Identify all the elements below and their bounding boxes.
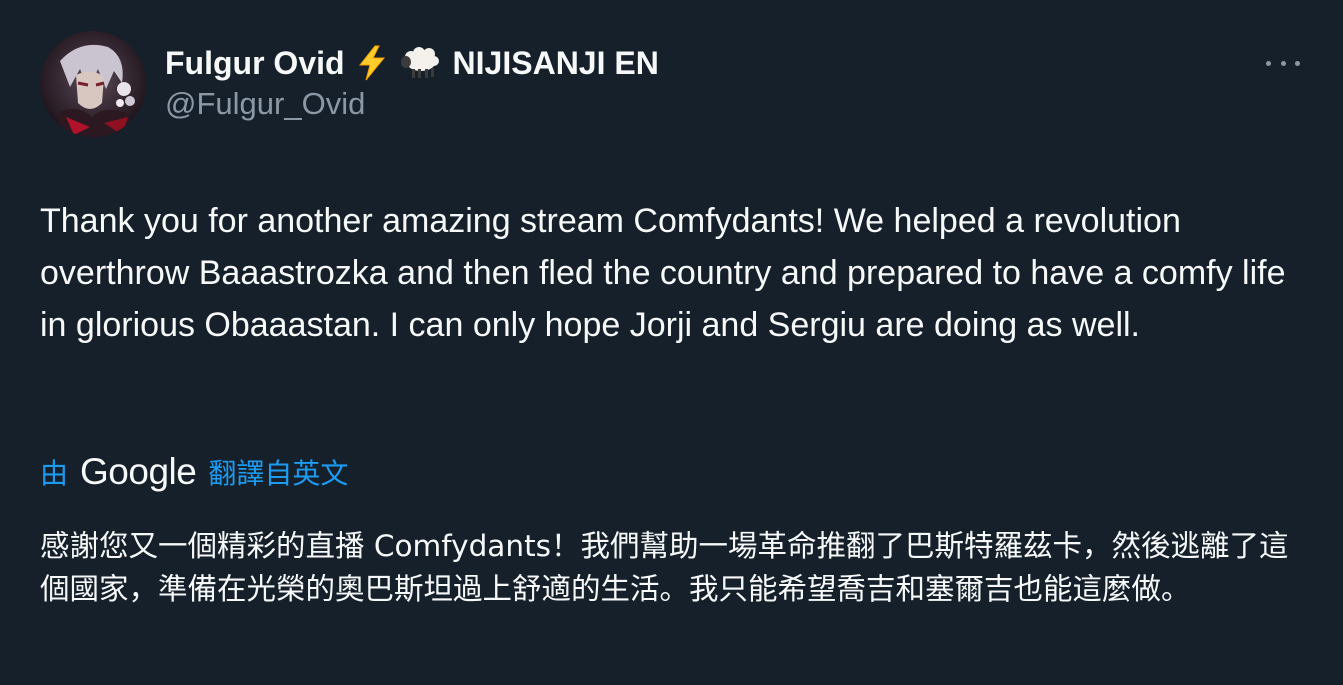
author-affiliation: NIJISANJI EN (452, 44, 659, 81)
author-handle[interactable]: @Fulgur_Ovid (165, 86, 365, 122)
translated-by-label: 由 (40, 457, 69, 490)
translation-attribution: 由 Google 翻譯自英文 (40, 448, 348, 496)
avatar[interactable] (40, 31, 146, 137)
author-line: Fulgur Ovid NIJISANJI EN (165, 40, 659, 86)
lightning-bolt-icon (357, 45, 387, 81)
translated-from-english-link[interactable]: 翻譯自英文 (208, 452, 348, 492)
more-options-icon[interactable] (1266, 52, 1300, 74)
tweet-text: Thank you for another amazing stream Com… (40, 202, 1286, 344)
translated-tweet-text: 感謝您又一個精彩的直播 Comfydants！我們幫助一場革命推翻了巴斯特羅茲卡… (40, 529, 1289, 606)
sheep-icon (399, 47, 443, 79)
author-display-name[interactable]: Fulgur Ovid (165, 45, 345, 82)
avatar-image (40, 31, 146, 137)
google-logo: Google (80, 451, 197, 492)
